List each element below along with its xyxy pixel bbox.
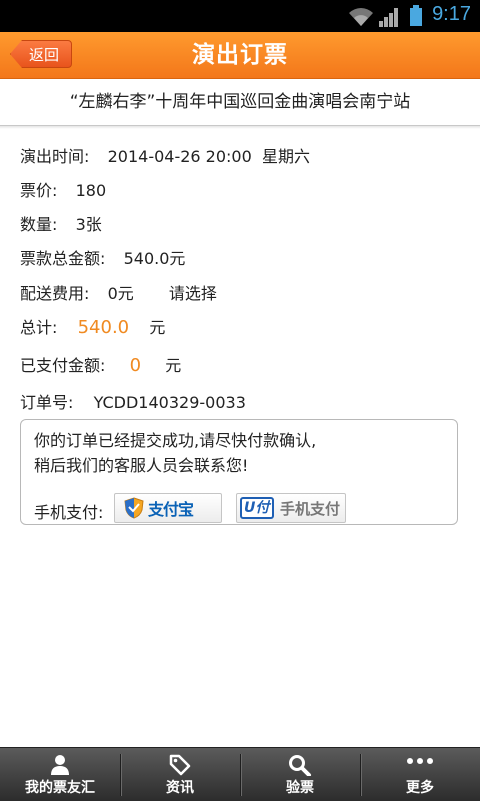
- paid-value: 0: [129, 355, 142, 376]
- search-icon: [289, 755, 311, 776]
- quantity-label: 数量:: [20, 215, 58, 234]
- order-row: 订单号: YCDD140329-0033: [20, 389, 246, 413]
- bottom-tab-bar: 我的票友汇 资讯 验票 更多: [0, 747, 480, 801]
- person-icon: [51, 755, 69, 775]
- tab-more[interactable]: 更多: [360, 748, 480, 801]
- paid-label: 已支付金额:: [20, 356, 106, 375]
- event-title: “左麟右李”十周年中国巡回金曲演唱会南宁站: [0, 79, 480, 126]
- battery-icon: [410, 5, 422, 26]
- tab-verify-ticket[interactable]: 验票: [240, 748, 360, 801]
- delivery-label: 配送费用:: [20, 284, 90, 303]
- delivery-select-link[interactable]: 请选择: [169, 284, 217, 303]
- mobile-pay-label: 手机支付:: [34, 503, 104, 522]
- alipay-label: 支付宝: [148, 500, 194, 519]
- show-time-row: 演出时间: 2014-04-26 20:00 星期六: [20, 143, 310, 167]
- order-number: YCDD140329-0033: [93, 393, 246, 412]
- paid-row: 已支付金额: 0 元: [20, 352, 181, 376]
- delivery-value: 0元: [107, 284, 134, 303]
- upay-button[interactable]: U付 手机支付: [236, 493, 346, 523]
- show-time-label: 演出时间:: [20, 147, 90, 166]
- more-dots-icon: [407, 758, 433, 764]
- total-label: 总计:: [20, 318, 58, 337]
- back-button[interactable]: 返回: [10, 40, 72, 68]
- ticket-total-label: 票款总金额:: [20, 249, 106, 268]
- page-title: 演出订票: [192, 42, 288, 68]
- alipay-button[interactable]: 支付宝: [114, 493, 222, 523]
- tag-icon: [169, 754, 191, 776]
- paid-unit: 元: [165, 356, 182, 375]
- price-label: 票价:: [20, 181, 58, 200]
- total-row: 总计: 540.0 元: [20, 314, 165, 338]
- price-value: 180: [75, 181, 107, 200]
- upay-label: 手机支付: [280, 499, 341, 518]
- notice-line-1: 你的订单已经提交成功,请尽快付款确认,: [34, 431, 317, 450]
- total-unit: 元: [149, 318, 166, 337]
- tab-label: 更多: [406, 780, 434, 796]
- notice-line-2: 稍后我们的客服人员会联系您!: [34, 456, 249, 475]
- payment-notice: 你的订单已经提交成功,请尽快付款确认, 稍后我们的客服人员会联系您! 手机支付:…: [20, 419, 458, 525]
- delivery-row: 配送费用: 0元 请选择: [20, 280, 217, 304]
- status-time: 9:17: [432, 3, 471, 25]
- show-time-value: 2014-04-26 20:00 星期六: [107, 147, 310, 166]
- quantity-row: 数量: 3张: [20, 211, 102, 235]
- quantity-value: 3张: [75, 215, 102, 234]
- ticket-total-row: 票款总金额: 540.0元: [20, 245, 185, 269]
- tab-my-fan-club[interactable]: 我的票友汇: [0, 748, 120, 801]
- signal-icon: [379, 8, 398, 27]
- title-bar: 演出订票 返回: [0, 32, 480, 79]
- notice-message: 你的订单已经提交成功,请尽快付款确认, 稍后我们的客服人员会联系您!: [34, 428, 316, 478]
- tab-news[interactable]: 资讯: [120, 748, 240, 801]
- divider: [0, 126, 480, 129]
- tab-label: 资讯: [166, 780, 194, 796]
- price-row: 票价: 180: [20, 177, 106, 201]
- tab-label: 我的票友汇: [25, 780, 95, 796]
- ticket-total-value: 540.0元: [123, 249, 186, 268]
- tab-label: 验票: [286, 780, 314, 796]
- total-value: 540.0: [77, 317, 130, 338]
- upay-logo-icon: U付: [240, 497, 274, 519]
- order-label: 订单号:: [20, 393, 74, 412]
- alipay-shield-icon: [124, 497, 144, 519]
- wifi-icon: [349, 8, 373, 26]
- status-bar: 9:17: [0, 0, 480, 32]
